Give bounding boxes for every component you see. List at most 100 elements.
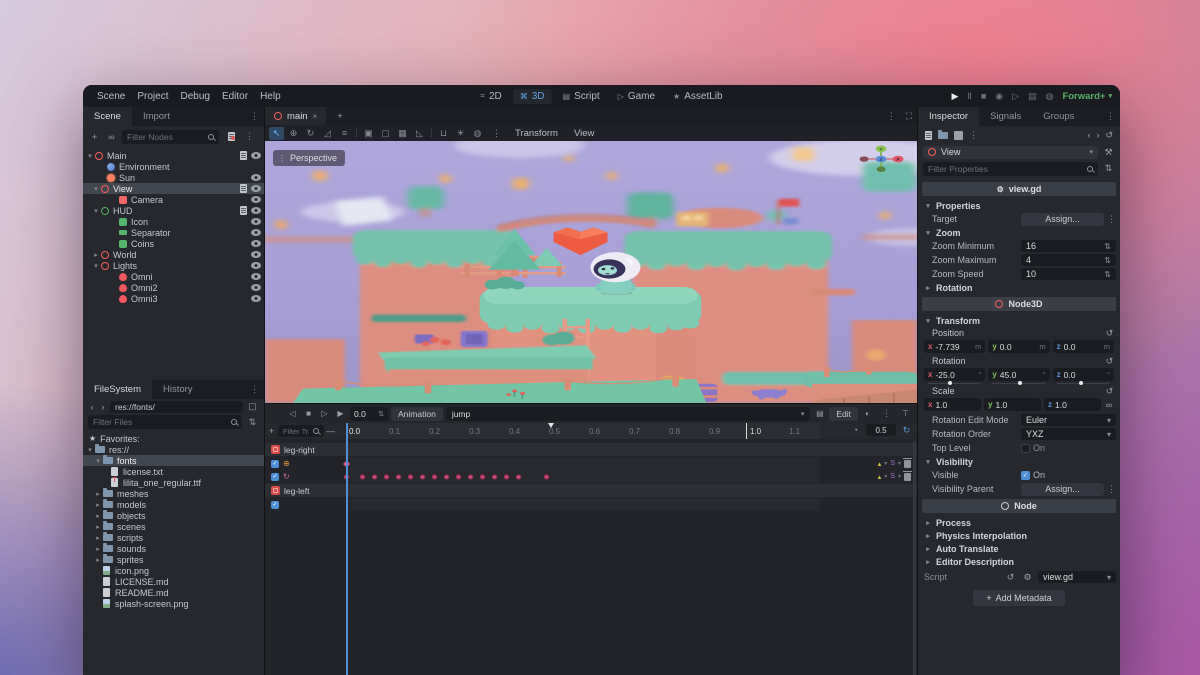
chevron-down-icon[interactable]: ▾ (898, 460, 901, 467)
script-badge-icon[interactable] (240, 184, 247, 193)
filter-properties-input[interactable] (923, 162, 1098, 176)
delete-track-icon[interactable] (904, 460, 911, 468)
section-editor-description[interactable]: ▸Editor Description (922, 555, 1116, 568)
rotation-edit-mode-dropdown[interactable]: Euler▾ (1021, 414, 1116, 426)
section-process[interactable]: ▸Process (922, 516, 1116, 529)
section-auto-translate[interactable]: ▸Auto Translate (922, 542, 1116, 555)
spin-updown-icon[interactable]: ⇅ (1104, 242, 1111, 251)
resource-menu-icon[interactable]: ⋮ (969, 130, 978, 141)
close-tab-icon[interactable]: × (313, 112, 318, 121)
rotation-x-field[interactable]: x-25.0° (924, 368, 985, 381)
viewport-extra-menu-icon[interactable]: ⋮ (487, 128, 506, 139)
file-row-favorites[interactable]: ★Favorites: (83, 433, 264, 444)
sort-files-icon[interactable]: ⇅ (246, 417, 259, 428)
pause-button[interactable]: Ⅱ (967, 91, 971, 102)
script-category-bar[interactable]: ⚙view.gd (922, 182, 1116, 196)
menu-scene[interactable]: Scene (91, 91, 131, 102)
section-properties[interactable]: ▾Properties (922, 199, 1116, 212)
tab-import[interactable]: Import (132, 107, 181, 126)
menu-help[interactable]: Help (254, 91, 287, 102)
tree-row-sun[interactable]: Sun (83, 172, 264, 183)
section-zoom[interactable]: ▾Zoom (922, 226, 1116, 239)
sun-settings-icon[interactable]: ☀ (453, 127, 468, 140)
visibility-eye-icon[interactable] (251, 295, 261, 302)
script-badge-icon[interactable] (240, 206, 247, 215)
tab-game[interactable]: ▷Game (611, 89, 662, 104)
snap-clock-icon[interactable]: ◔ (849, 425, 862, 435)
reset-icon[interactable]: ↺ (1103, 356, 1116, 367)
visibility-eye-icon[interactable] (251, 152, 261, 159)
file-row-license-md[interactable]: LICENSE.md (83, 576, 264, 587)
rotate-tool-icon[interactable]: ↻ (303, 127, 318, 140)
tab-3d[interactable]: ⌘3D (513, 89, 552, 104)
group-icon[interactable]: ▦ (395, 127, 410, 140)
spin-updown-icon[interactable]: ⇅ (1104, 256, 1111, 265)
stop-button[interactable]: ■ (981, 91, 986, 101)
anim-go-start-button[interactable] (270, 407, 283, 421)
menu-editor[interactable]: Editor (216, 91, 254, 102)
tab-filesystem[interactable]: FileSystem (83, 380, 152, 399)
env-preview-icon[interactable]: ◍ (470, 127, 485, 140)
inspector-menu-icon[interactable]: ⋮ (1101, 107, 1120, 126)
anim-step-back-button[interactable]: ◁ (286, 407, 299, 421)
renderer-select[interactable]: Forward+▾ (1062, 91, 1112, 102)
reset-icon[interactable]: ↺ (1103, 328, 1116, 339)
timeline-ruler[interactable]: 0.0 0.1 0.2 0.3 0.4 0.5 0.6 0.7 0.8 0.9 … (346, 423, 820, 439)
spin-updown-icon[interactable]: ⇅ (378, 410, 384, 418)
snap-value-field[interactable]: 0.5 (866, 424, 896, 436)
node-tools-icon[interactable]: ⚒ (1102, 147, 1115, 158)
keyframe-lane[interactable] (346, 457, 820, 470)
reset-icon[interactable]: ↺ (1004, 572, 1017, 583)
unlock-icon[interactable]: ▢ (378, 127, 393, 140)
track-row-3[interactable]: ✓ (265, 498, 917, 511)
script-badge-icon[interactable] (240, 151, 247, 160)
nav-back-icon[interactable]: ‹ (88, 402, 96, 412)
section-visibility[interactable]: ▾Visibility (922, 455, 1116, 468)
timeline-zoom-icon[interactable]: — (324, 426, 337, 436)
tree-row-view[interactable]: ▾View (83, 183, 264, 194)
tree-row-hud[interactable]: ▾HUD (83, 205, 264, 216)
projection-menu[interactable]: ⋮ Perspective (273, 150, 345, 166)
rotation-z-field[interactable]: z0.0° (1053, 368, 1114, 381)
visibility-eye-icon[interactable] (251, 207, 261, 214)
tree-row-coins[interactable]: Coins (83, 238, 264, 249)
view-menu[interactable]: View (567, 128, 601, 139)
scene-dock-menu-icon[interactable]: ⋮ (245, 107, 264, 126)
path-field[interactable]: res://fonts/ (110, 401, 243, 413)
section-rotation-group[interactable]: ▸Rotation (922, 281, 1116, 294)
scale-z-field[interactable]: z1.0 (1044, 398, 1101, 411)
section-transform[interactable]: ▾Transform (922, 314, 1116, 327)
history-forward-icon[interactable]: › (1096, 130, 1099, 140)
zoom-maximum-field[interactable]: 4⇅ (1021, 254, 1116, 266)
interp-mode-icon[interactable]: S (890, 473, 895, 480)
file-row-readme-md[interactable]: README.md (83, 587, 264, 598)
new-scene-tab-button[interactable]: + (326, 107, 354, 125)
track-enabled-checkbox[interactable]: ✓ (271, 460, 279, 468)
viewport-3d[interactable]: X Y Z ⋮ Perspective (265, 141, 917, 403)
add-metadata-button[interactable]: +Add Metadata (973, 590, 1065, 606)
chevron-down-icon[interactable]: ▾ (884, 473, 887, 480)
scale-x-field[interactable]: x1.0 (924, 398, 981, 411)
anim-menu-icon[interactable]: ⋮ (877, 408, 896, 419)
scale-tool-icon[interactable]: ◿ (320, 127, 335, 140)
list-select-tool-icon[interactable]: ≡ (337, 127, 352, 140)
anim-time-spinbox[interactable]: 0.0⇅ (350, 407, 388, 421)
file-row-models[interactable]: ▸models (83, 499, 264, 510)
distraction-free-icon[interactable]: ⛶ (901, 107, 917, 125)
tree-row-world[interactable]: ▸World (83, 249, 264, 260)
visible-checkbox[interactable]: ✓ (1021, 471, 1030, 480)
tree-row-icon[interactable]: Icon (83, 216, 264, 227)
scale-y-field[interactable]: y1.0 (984, 398, 1041, 411)
position-z-field[interactable]: z0.0m (1053, 340, 1114, 353)
file-row-res[interactable]: ▾res:// (83, 444, 264, 455)
load-resource-icon[interactable] (938, 132, 948, 139)
keyframe-lane[interactable] (346, 470, 820, 483)
tab-inspector[interactable]: Inspector (918, 107, 979, 126)
transform-menu[interactable]: Transform (508, 128, 565, 139)
anim-edit-button[interactable]: Edit (829, 407, 858, 421)
visibility-eye-icon[interactable] (251, 284, 261, 291)
track-enabled-checkbox[interactable]: ✓ (271, 473, 279, 481)
section-physics-interpolation[interactable]: ▸Physics Interpolation (922, 529, 1116, 542)
tree-row-omni3[interactable]: Omni3 (83, 293, 264, 304)
tree-row-separator[interactable]: Separator (83, 227, 264, 238)
